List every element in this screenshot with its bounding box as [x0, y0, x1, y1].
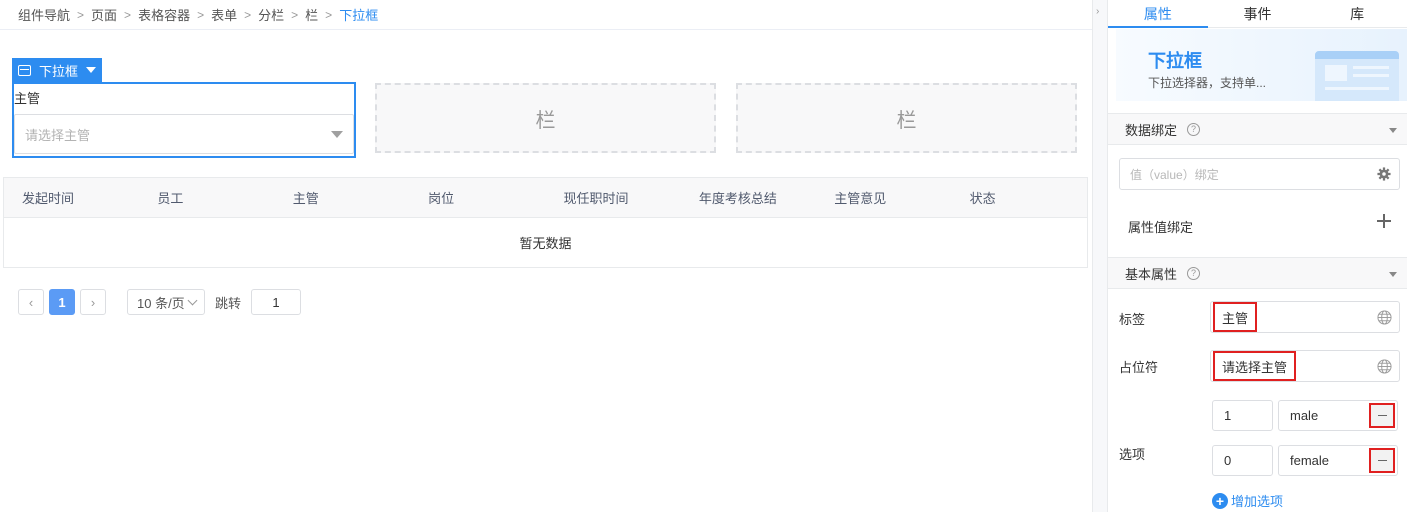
- page-size-select[interactable]: 10 条/页: [127, 289, 205, 315]
- placeholder-input-value: 请选择主管: [1213, 351, 1297, 381]
- plus-circle-icon: +: [1212, 492, 1228, 509]
- remove-option-button[interactable]: [1369, 403, 1395, 428]
- section-title: 数据绑定: [1125, 122, 1178, 138]
- attr-binding-label: 属性值绑定: [1128, 220, 1194, 235]
- tab-properties[interactable]: 属性: [1108, 0, 1208, 27]
- section-data-binding[interactable]: 数据绑定 ?: [1108, 113, 1407, 145]
- breadcrumb: 组件导航 > 页面 > 表格容器 > 表单 > 分栏 > 栏 > 下拉框: [0, 0, 1092, 30]
- breadcrumb-separator: >: [124, 7, 132, 22]
- caret-down-icon: [86, 67, 97, 73]
- table-header-cell: 状态: [969, 191, 996, 206]
- breadcrumb-separator: >: [197, 7, 205, 22]
- option-label-input[interactable]: male: [1278, 400, 1398, 431]
- tab-library[interactable]: 库: [1307, 0, 1407, 27]
- value-binding-input[interactable]: 值（value）绑定: [1119, 158, 1400, 190]
- panel-collapse-bar[interactable]: ›: [1092, 0, 1108, 512]
- option-value-input[interactable]: 0: [1212, 445, 1273, 476]
- page-number-button[interactable]: 1: [49, 289, 75, 315]
- component-description: 下拉选择器，支持单...: [1148, 76, 1267, 90]
- caret-down-icon: [1389, 128, 1397, 133]
- active-tab-indicator: [1108, 26, 1208, 28]
- column-placeholder[interactable]: 栏: [375, 83, 716, 153]
- table-header-cell: 主管: [292, 191, 319, 206]
- breadcrumb-current: 下拉框: [339, 8, 379, 23]
- breadcrumb-item-3[interactable]: 表单: [211, 5, 237, 24]
- breadcrumb-separator: >: [325, 7, 333, 22]
- breadcrumb-item-2[interactable]: 表格容器: [138, 5, 190, 24]
- pagination: ‹ 1 › 10 条/页 跳转 1: [18, 289, 302, 315]
- app-root: 组件导航 > 页面 > 表格容器 > 表单 > 分栏 > 栏 > 下拉框 下拉框…: [0, 0, 1407, 512]
- breadcrumb-separator: >: [244, 7, 252, 22]
- help-icon[interactable]: ?: [1187, 122, 1201, 136]
- component-hero: 下拉框 下拉选择器，支持单...: [1116, 29, 1407, 101]
- gear-icon[interactable]: [1377, 167, 1391, 181]
- selected-component-name: 下拉框: [39, 63, 79, 79]
- component-title: 下拉框: [1148, 51, 1202, 71]
- breadcrumb-item-0[interactable]: 组件导航: [18, 5, 70, 24]
- jump-label: 跳转: [215, 295, 242, 311]
- option-label-value: male: [1290, 408, 1319, 423]
- selected-component-tag[interactable]: 下拉框: [12, 58, 102, 82]
- table-header-cell: 岗位: [428, 191, 455, 206]
- caret-down-icon: [331, 131, 343, 138]
- data-table: 发起时间 员工 主管 岗位 现任职时间 年度考核总结 主管意见 状态 暂无数据: [3, 177, 1088, 268]
- chevron-down-icon: [187, 295, 198, 306]
- section-basic-properties[interactable]: 基本属性 ?: [1108, 257, 1407, 289]
- table-header-cell: 主管意见: [834, 191, 887, 206]
- chevron-right-icon: ›: [1096, 6, 1100, 17]
- globe-icon[interactable]: [1377, 310, 1392, 325]
- design-canvas: 组件导航 > 页面 > 表格容器 > 表单 > 分栏 > 栏 > 下拉框 下拉框…: [0, 0, 1092, 512]
- table-header-cell: 年度考核总结: [698, 191, 777, 206]
- help-icon[interactable]: ?: [1187, 266, 1201, 280]
- breadcrumb-separator: >: [291, 7, 299, 22]
- label-input-value: 主管: [1213, 302, 1258, 332]
- option-label-input[interactable]: female: [1278, 445, 1398, 476]
- jump-page-input[interactable]: 1: [251, 289, 302, 315]
- label-field-label: 标签: [1119, 312, 1146, 327]
- next-page-button[interactable]: ›: [80, 289, 106, 315]
- caret-down-icon: [1389, 272, 1397, 277]
- table-empty-text: 暂无数据: [519, 236, 572, 251]
- remove-option-button[interactable]: [1369, 448, 1395, 473]
- options-field-label: 选项: [1119, 447, 1146, 462]
- add-option-button[interactable]: + 增加选项: [1212, 491, 1283, 510]
- section-title: 基本属性: [1125, 266, 1178, 282]
- table-header-cell: 现任职时间: [563, 191, 629, 206]
- placeholder-input[interactable]: 请选择主管: [1210, 350, 1400, 382]
- selected-form-item[interactable]: 主管 请选择主管: [12, 82, 356, 158]
- option-label-value: female: [1290, 453, 1330, 468]
- breadcrumb-item-4[interactable]: 分栏: [258, 5, 284, 24]
- breadcrumb-item-1[interactable]: 页面: [91, 5, 117, 24]
- add-option-label: 增加选项: [1231, 494, 1284, 509]
- select-placeholder: 请选择主管: [25, 127, 91, 143]
- prev-page-button[interactable]: ‹: [18, 289, 44, 315]
- panel-tabs: 属性 事件 库: [1108, 0, 1407, 28]
- table-header-cell: 员工: [157, 191, 184, 206]
- select-component-icon: [18, 64, 31, 76]
- component-illustration-icon: [1315, 51, 1399, 101]
- table-header-cell: 发起时间: [22, 191, 75, 206]
- page-size-value: 10 条/页: [137, 295, 185, 311]
- properties-panel: 属性 事件 库 下拉框 下拉选择器，支持单... 数据绑定 ? 值（value）…: [1108, 0, 1407, 512]
- manager-select[interactable]: 请选择主管: [14, 114, 354, 154]
- form-item-label: 主管: [14, 91, 41, 106]
- column-placeholder[interactable]: 栏: [736, 83, 1077, 153]
- placeholder-field-label: 占位符: [1119, 360, 1159, 375]
- tab-events[interactable]: 事件: [1208, 0, 1308, 27]
- add-attr-binding-icon[interactable]: [1377, 214, 1391, 228]
- breadcrumb-separator: >: [77, 7, 85, 22]
- breadcrumb-item-5[interactable]: 栏: [305, 5, 318, 24]
- label-input[interactable]: 主管: [1210, 301, 1400, 333]
- option-value-input[interactable]: 1: [1212, 400, 1273, 431]
- table-header: 发起时间 员工 主管 岗位 现任职时间 年度考核总结 主管意见 状态: [4, 178, 1087, 218]
- globe-icon[interactable]: [1377, 359, 1392, 374]
- value-binding-placeholder: 值（value）绑定: [1130, 167, 1219, 182]
